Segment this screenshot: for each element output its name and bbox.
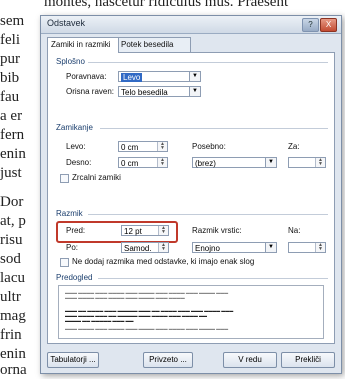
na-spinner[interactable]: ▲ ▼ bbox=[288, 242, 326, 253]
document-text-fragment: mag bbox=[0, 308, 26, 324]
chevron-down-icon: ▼ bbox=[265, 243, 276, 252]
dialog-title: Odstavek bbox=[47, 18, 86, 28]
document-text-fragment: bib bbox=[0, 70, 20, 86]
section-predogled-title: Predogled bbox=[56, 273, 93, 282]
chevron-down-icon: ▼ bbox=[189, 87, 200, 96]
levo-label: Levo: bbox=[66, 142, 86, 151]
pred-value: 12 pt bbox=[124, 227, 142, 236]
preview-prev-paragraph: ▬▬▬ ▬▬▬▬ ▬▬▬ ▬▬▬▬ ▬▬▬ ▬▬▬▬ ▬▬▬ ▬▬▬▬ ▬▬▬ … bbox=[65, 290, 229, 300]
pred-spinner[interactable]: 12 pt ▲ ▼ bbox=[121, 225, 169, 236]
document-text-fragment: just bbox=[0, 165, 22, 181]
document-text-fragment: at, p bbox=[0, 213, 26, 229]
tab-zamiki-in-razmiki[interactable]: Zamiki in razmiki bbox=[47, 37, 119, 53]
levo-spinner[interactable]: 0 cm ▲ ▼ bbox=[118, 141, 168, 152]
po-spinner[interactable]: Samod. ▲ ▼ bbox=[121, 242, 169, 253]
levo-value: 0 cm bbox=[121, 143, 139, 152]
document-text-fragment: orna bbox=[0, 362, 27, 378]
pred-label: Pred: bbox=[66, 226, 86, 235]
posebno-value: (brez) bbox=[195, 159, 216, 168]
paragraph-preview: ▬▬▬ ▬▬▬▬ ▬▬▬ ▬▬▬▬ ▬▬▬ ▬▬▬▬ ▬▬▬ ▬▬▬▬ ▬▬▬ … bbox=[58, 285, 324, 339]
preview-current-paragraph: ▬▬▬ ▬▬ ▬▬▬▬ ▬▬▬ ▬▬▬▬▬ ▬▬▬ ▬▬ ▬▬▬▬ ▬▬▬ ▬▬… bbox=[65, 308, 234, 323]
section-divider bbox=[88, 214, 328, 215]
desno-value: 0 cm bbox=[121, 159, 139, 168]
po-label: Po: bbox=[66, 243, 79, 252]
preview-next-paragraph: ▬▬▬ ▬▬▬▬ ▬▬▬ ▬▬▬▬ ▬▬▬ ▬▬▬▬ ▬▬▬ ▬▬▬▬ ▬▬▬ … bbox=[65, 326, 229, 331]
dialog-titlebar: Odstavek ? X bbox=[41, 16, 341, 34]
document-text-fragment: fau bbox=[0, 89, 20, 105]
spinner-arrows-icon[interactable]: ▲ ▼ bbox=[315, 158, 325, 167]
document-text-fragment: lacu bbox=[0, 270, 25, 286]
poravnava-label: Poravnava: bbox=[66, 72, 107, 81]
document-text-fragment: feli bbox=[0, 32, 20, 48]
vrstic-label: Razmik vrstic: bbox=[192, 226, 242, 235]
document-text-fragment: ultr bbox=[0, 289, 21, 305]
ne-dodaj-label: Ne dodaj razmika med odstavke, ki imajo … bbox=[72, 257, 255, 266]
spinner-arrows-icon[interactable]: ▲ ▼ bbox=[157, 142, 167, 151]
po-value: Samod. bbox=[124, 244, 152, 253]
raven-value: Telo besedila bbox=[121, 88, 168, 97]
paragraph-dialog: Odstavek ? X Zamiki in razmiki Potek bes… bbox=[40, 15, 342, 374]
desno-spinner[interactable]: 0 cm ▲ ▼ bbox=[118, 157, 168, 168]
spinner-arrows-icon[interactable]: ▲ ▼ bbox=[315, 243, 325, 252]
section-divider bbox=[100, 128, 328, 129]
chevron-down-icon: ▼ bbox=[265, 158, 276, 167]
vrstic-value: Enojno bbox=[195, 244, 220, 253]
ne-dodaj-checkbox[interactable] bbox=[60, 258, 69, 267]
tab-potek-besedila[interactable]: Potek besedila bbox=[117, 37, 191, 52]
document-text-fragment: pur bbox=[0, 51, 20, 67]
chevron-down-icon: ▼ bbox=[189, 72, 200, 81]
vrstic-select[interactable]: Enojno ▼ bbox=[192, 242, 277, 253]
document-text-fragment: risu bbox=[0, 232, 23, 248]
raven-label: Orisna raven: bbox=[66, 87, 115, 96]
zrcalni-label: Zrcalni zamiki bbox=[72, 173, 121, 182]
document-text-fragment: a er bbox=[0, 108, 23, 124]
section-divider bbox=[88, 62, 328, 63]
section-divider bbox=[98, 278, 328, 279]
document-text-fragment: sod bbox=[0, 251, 21, 267]
document-text-fragment: Dor bbox=[0, 194, 24, 210]
raven-select[interactable]: Telo besedila ▼ bbox=[118, 86, 201, 97]
document-text-fragment: fern bbox=[0, 127, 25, 143]
document-text-fragment: enin bbox=[0, 346, 26, 362]
document-top-line: montes, nascetur ridiculus mus. Praesent bbox=[44, 0, 289, 10]
privzeto-button[interactable]: Privzeto ... bbox=[143, 352, 193, 368]
spinner-arrows-icon[interactable]: ▲ ▼ bbox=[158, 226, 168, 235]
help-button[interactable]: ? bbox=[302, 18, 319, 32]
zrcalni-checkbox[interactable] bbox=[60, 174, 69, 183]
spinner-arrows-icon[interactable]: ▲ ▼ bbox=[157, 158, 167, 167]
za-label: Za: bbox=[288, 142, 300, 151]
vredu-button[interactable]: V redu bbox=[223, 352, 277, 368]
tabulatorji-button[interactable]: Tabulatorji ... bbox=[47, 352, 99, 368]
document-text-fragment: sem bbox=[0, 13, 25, 29]
desno-label: Desno: bbox=[66, 158, 92, 167]
preklici-button[interactable]: Prekliči bbox=[281, 352, 335, 368]
na-label: Na: bbox=[288, 226, 301, 235]
posebno-select[interactable]: (brez) ▼ bbox=[192, 157, 277, 168]
section-zamikanje-title: Zamikanje bbox=[56, 123, 93, 132]
close-button[interactable]: X bbox=[320, 18, 337, 32]
section-razmik-title: Razmik bbox=[56, 209, 83, 218]
posebno-label: Posebno: bbox=[192, 142, 226, 151]
document-text-fragment: frin bbox=[0, 327, 22, 343]
za-spinner[interactable]: ▲ ▼ bbox=[288, 157, 326, 168]
spinner-arrows-icon[interactable]: ▲ ▼ bbox=[158, 243, 168, 252]
poravnava-select[interactable]: Levo ▼ bbox=[118, 71, 201, 82]
tab-panel: Splošno Poravnava: Levo ▼ Orisna raven: … bbox=[47, 52, 335, 344]
section-splosno-title: Splošno bbox=[56, 57, 85, 66]
document-text-fragment: enin bbox=[0, 146, 26, 162]
poravnava-value: Levo bbox=[121, 73, 143, 82]
